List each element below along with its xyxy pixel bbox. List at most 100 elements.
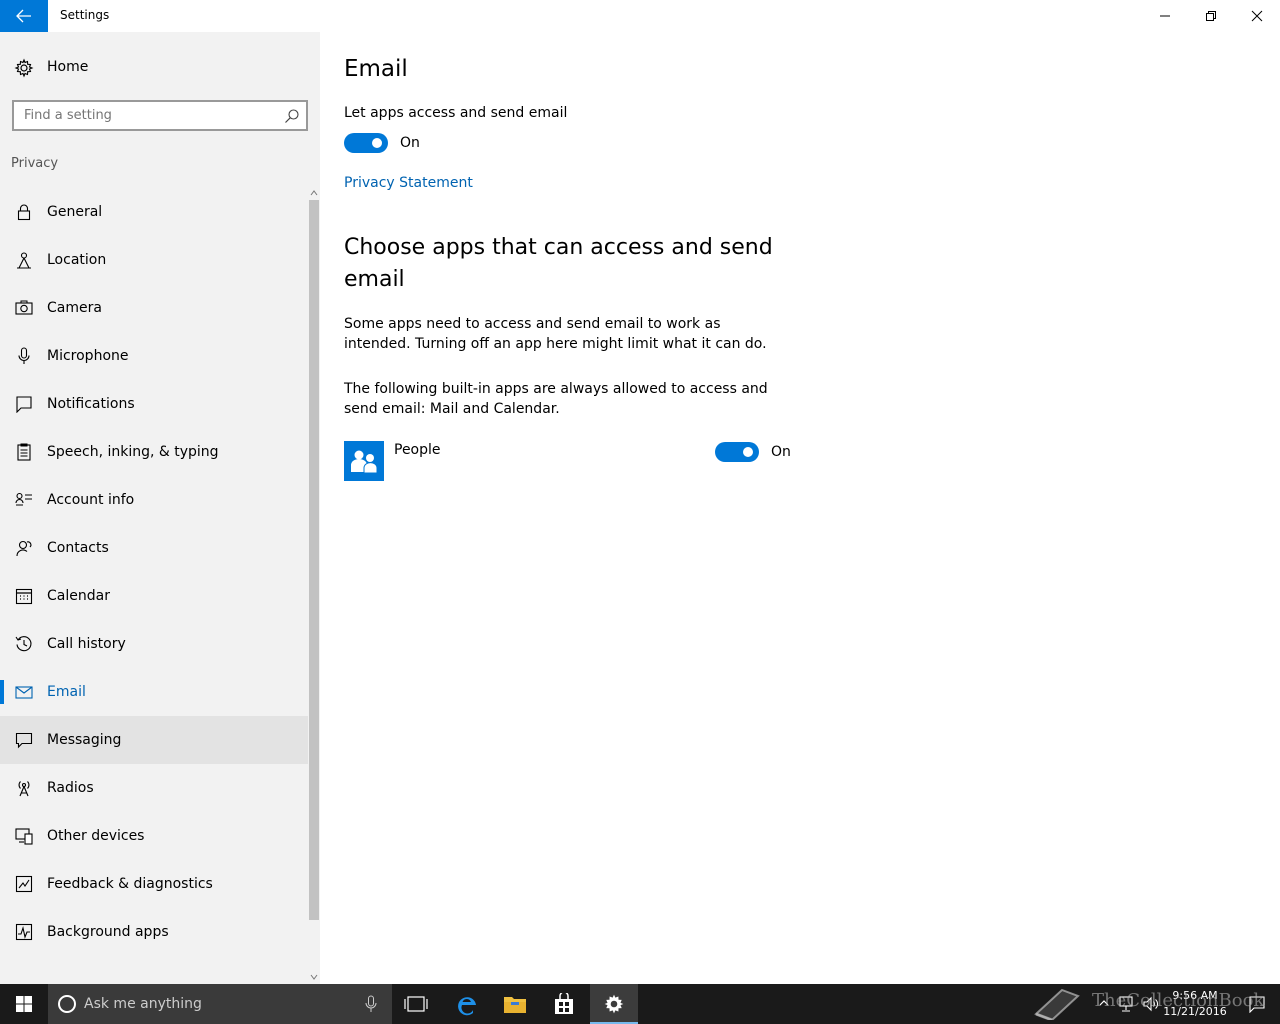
sidebar-item-feedback[interactable]: Feedback & diagnostics bbox=[0, 860, 308, 908]
sidebar-item-label: Speech, inking, & typing bbox=[47, 444, 219, 460]
contacts-icon bbox=[16, 540, 32, 557]
sidebar-item-label: Messaging bbox=[47, 732, 122, 748]
task-view-button[interactable] bbox=[392, 984, 440, 1024]
home-label: Home bbox=[47, 59, 89, 75]
microphone-icon[interactable] bbox=[364, 995, 378, 1013]
minimize-button[interactable] bbox=[1142, 0, 1188, 32]
sidebar-item-label: Account info bbox=[47, 492, 135, 508]
let-apps-toggle[interactable] bbox=[344, 133, 388, 153]
sidebar-item-label: General bbox=[47, 204, 103, 220]
people-toggle[interactable] bbox=[715, 442, 759, 462]
people-icon bbox=[351, 450, 378, 474]
sidebar-scroll-thumb[interactable] bbox=[309, 200, 319, 920]
start-button[interactable] bbox=[0, 984, 48, 1024]
window-title: Settings bbox=[60, 8, 110, 22]
builtin-apps-note: The following built-in apps are always a… bbox=[344, 381, 768, 417]
let-apps-label: Let apps access and send email bbox=[344, 105, 568, 121]
active-indicator bbox=[0, 680, 4, 704]
sidebar-item-label: Other devices bbox=[47, 828, 145, 844]
close-icon bbox=[1251, 10, 1263, 22]
sidebar-item-microphone[interactable]: Microphone bbox=[0, 332, 308, 380]
email-icon bbox=[15, 686, 33, 699]
choose-apps-heading: Choose apps that can access and send ema… bbox=[344, 235, 773, 292]
folder-icon bbox=[504, 997, 526, 1013]
cortana-search-box[interactable]: Ask me anything bbox=[48, 984, 392, 1024]
people-app-tile bbox=[344, 441, 384, 481]
close-button[interactable] bbox=[1234, 0, 1280, 32]
sidebar-item-other-devices[interactable]: Other devices bbox=[0, 812, 308, 860]
background-apps-icon bbox=[15, 923, 33, 941]
privacy-nav-list: General Location Camera Microphone Notif… bbox=[0, 188, 308, 956]
sidebar-item-call-history[interactable]: Call history bbox=[0, 620, 308, 668]
sidebar-item-label: Radios bbox=[47, 780, 94, 796]
sidebar-item-background-apps[interactable]: Background apps bbox=[0, 908, 308, 956]
app-name-people: People bbox=[394, 442, 441, 458]
edge-button[interactable] bbox=[443, 984, 491, 1024]
store-button[interactable] bbox=[540, 984, 588, 1024]
account-info-icon bbox=[15, 492, 32, 506]
toggle-knob bbox=[372, 138, 382, 148]
section-label-privacy: Privacy bbox=[11, 156, 59, 171]
cortana-icon bbox=[58, 995, 76, 1013]
title-bar: Settings bbox=[0, 0, 1280, 32]
minimize-icon bbox=[1160, 15, 1170, 17]
call-history-icon bbox=[15, 636, 32, 652]
sidebar: Home Privacy General Location bbox=[0, 32, 320, 984]
watermark-book-icon bbox=[1034, 988, 1080, 1020]
location-icon bbox=[17, 252, 31, 269]
speech-icon bbox=[17, 443, 31, 461]
radios-icon bbox=[18, 781, 30, 797]
home-nav[interactable]: Home bbox=[0, 52, 308, 84]
camera-icon bbox=[15, 300, 33, 315]
sidebar-item-calendar[interactable]: Calendar bbox=[0, 572, 308, 620]
scroll-down-arrow-icon[interactable] bbox=[309, 972, 319, 982]
notifications-icon bbox=[16, 396, 32, 413]
people-toggle-state: On bbox=[771, 444, 791, 460]
microphone-icon bbox=[18, 347, 30, 364]
restore-icon bbox=[1206, 11, 1216, 21]
lock-icon bbox=[17, 204, 31, 221]
sidebar-item-label: Camera bbox=[47, 300, 102, 316]
sidebar-item-label: Contacts bbox=[47, 540, 109, 556]
edge-icon bbox=[458, 997, 476, 1016]
sidebar-item-account-info[interactable]: Account info bbox=[0, 476, 308, 524]
back-arrow-icon bbox=[16, 9, 31, 23]
sidebar-item-notifications[interactable]: Notifications bbox=[0, 380, 308, 428]
watermark-text: TheCollectionBook bbox=[1092, 990, 1265, 1011]
sidebar-item-radios[interactable]: Radios bbox=[0, 764, 308, 812]
search-input[interactable] bbox=[14, 102, 274, 129]
sidebar-item-label: Microphone bbox=[47, 348, 129, 364]
gear-icon bbox=[14, 58, 34, 78]
toggle-knob bbox=[743, 447, 753, 457]
settings-taskbar-button[interactable] bbox=[590, 984, 638, 1024]
restore-button[interactable] bbox=[1188, 0, 1234, 32]
sidebar-item-email[interactable]: Email bbox=[0, 668, 308, 716]
store-icon bbox=[555, 993, 573, 1014]
sidebar-item-messaging[interactable]: Messaging bbox=[0, 716, 308, 764]
sidebar-item-contacts[interactable]: Contacts bbox=[0, 524, 308, 572]
feedback-icon bbox=[15, 875, 33, 893]
windows-logo-icon bbox=[16, 996, 32, 1012]
sidebar-item-label: Background apps bbox=[47, 924, 169, 940]
back-button[interactable] bbox=[0, 0, 48, 32]
privacy-statement-link[interactable]: Privacy Statement bbox=[344, 175, 473, 191]
sidebar-item-speech[interactable]: Speech, inking, & typing bbox=[0, 428, 308, 476]
search-icon[interactable] bbox=[284, 108, 300, 124]
scroll-up-arrow-icon[interactable] bbox=[309, 188, 319, 198]
sidebar-item-label: Notifications bbox=[47, 396, 135, 412]
main-content: Email Let apps access and send email On … bbox=[320, 32, 1280, 984]
sidebar-item-label: Location bbox=[47, 252, 107, 268]
sidebar-item-label: Calendar bbox=[47, 588, 110, 604]
search-box[interactable] bbox=[12, 100, 308, 131]
sidebar-item-camera[interactable]: Camera bbox=[0, 284, 308, 332]
sidebar-item-label: Feedback & diagnostics bbox=[47, 876, 213, 892]
page-title: Email bbox=[344, 56, 408, 82]
sidebar-item-label: Email bbox=[47, 684, 86, 700]
app-row-people: People On bbox=[344, 441, 794, 481]
sidebar-item-general[interactable]: General bbox=[0, 188, 308, 236]
let-apps-toggle-state: On bbox=[400, 135, 420, 151]
other-devices-icon bbox=[15, 828, 33, 845]
taskbar: Ask me anything 9:56 AM 11/21/2016 bbox=[0, 984, 1280, 1024]
sidebar-item-location[interactable]: Location bbox=[0, 236, 308, 284]
file-explorer-button[interactable] bbox=[491, 984, 539, 1024]
